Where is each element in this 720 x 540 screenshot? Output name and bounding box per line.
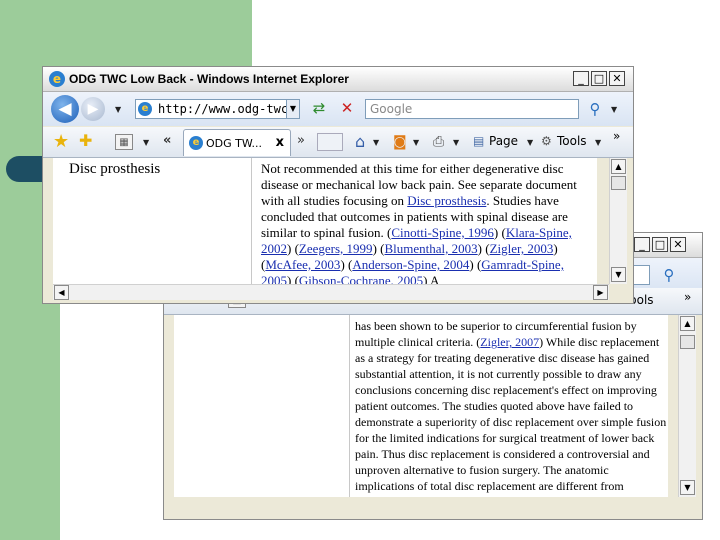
- citation-link[interactable]: Zigler, 2007: [480, 335, 539, 349]
- citation-link[interactable]: Zeegers, 1999: [299, 241, 373, 256]
- print-icon[interactable]: ⎙: [433, 134, 444, 150]
- home-icon[interactable]: ⌂: [355, 132, 365, 151]
- vertical-scrollbar-back[interactable]: ▲ ▼: [678, 315, 696, 497]
- tab-title: ODG TW...: [206, 137, 262, 150]
- minimize-button[interactable]: _: [573, 71, 589, 86]
- table-cell-description: Not recommended at this time for either …: [261, 161, 595, 284]
- chevron-more-icon[interactable]: »: [613, 129, 620, 143]
- gear-icon: ⚙: [541, 134, 552, 148]
- tools-menu[interactable]: Tools: [557, 134, 587, 148]
- table-cell-topic-back: [177, 315, 350, 497]
- page-menu-icon: ▤: [473, 134, 485, 148]
- page-icon: e: [138, 102, 152, 116]
- citation-link[interactable]: Zigler, 2003: [490, 241, 554, 256]
- maximize-button-back[interactable]: □: [652, 237, 668, 252]
- page-dropdown-icon[interactable]: ▼: [527, 138, 533, 147]
- close-button[interactable]: ✕: [609, 71, 625, 86]
- disc-prosthesis-link[interactable]: Disc prosthesis: [407, 193, 486, 208]
- minimize-button-back[interactable]: _: [634, 237, 650, 252]
- address-row: ◀ ▶ ▼ http://www.odg-twc.co e ▼ ⇄ ✕ Goog…: [43, 92, 633, 126]
- tools-dropdown-icon[interactable]: ▼: [595, 138, 601, 147]
- page-content-back: has been shown to be superior to circumf…: [174, 315, 668, 497]
- print-dropdown-icon[interactable]: ▼: [453, 138, 459, 147]
- tab-page-icon: e: [189, 136, 203, 150]
- search-options-dropdown-icon[interactable]: ▼: [611, 105, 617, 114]
- back-button[interactable]: ◀: [51, 95, 79, 123]
- description-text: ) While disc replacement as a strategy f…: [355, 335, 667, 493]
- description-text: ) (: [372, 241, 385, 256]
- scroll-up-arrow-icon-back[interactable]: ▲: [680, 316, 695, 331]
- description-text: ) (: [287, 273, 299, 284]
- window-title: ODG TWC Low Back - Windows Internet Expl…: [69, 72, 349, 86]
- description-text: ) (: [493, 225, 506, 240]
- scroll-thumb[interactable]: [611, 176, 626, 190]
- browser-window-front: e ODG TWC Low Back - Windows Internet Ex…: [42, 66, 634, 304]
- description-text: ) A: [423, 273, 440, 284]
- add-favorites-icon[interactable]: ✚: [79, 131, 92, 150]
- description-text: ) (: [340, 257, 353, 272]
- scroll-up-arrow-icon[interactable]: ▲: [611, 159, 626, 174]
- titlebar: e ODG TWC Low Back - Windows Internet Ex…: [43, 67, 633, 92]
- search-icon-back[interactable]: ⚲: [658, 264, 680, 286]
- feeds-dropdown-icon[interactable]: ▼: [413, 138, 419, 147]
- citation-link[interactable]: Cinotti-Spine, 1996: [391, 225, 494, 240]
- search-input[interactable]: Google: [365, 99, 579, 119]
- refresh-icon[interactable]: ⇄: [309, 98, 329, 118]
- close-button-back[interactable]: ✕: [670, 237, 686, 252]
- citation-link[interactable]: Anderson-Spine, 2004: [352, 257, 469, 272]
- tab-active[interactable]: e ODG TW... x: [183, 129, 291, 156]
- scroll-down-arrow-icon-back[interactable]: ▼: [680, 480, 695, 495]
- chevron-more-icon-back[interactable]: »: [684, 290, 691, 304]
- citation-link[interactable]: McAfee, 2003: [265, 257, 340, 272]
- favorites-star-icon[interactable]: ★: [53, 131, 69, 152]
- slide-background-top: [60, 0, 252, 68]
- maximize-button[interactable]: □: [591, 71, 607, 86]
- horizontal-scrollbar[interactable]: ◀ ▶: [53, 284, 609, 300]
- stop-icon[interactable]: ✕: [337, 98, 357, 118]
- forward-button[interactable]: ▶: [81, 97, 105, 121]
- page-menu[interactable]: Page: [489, 134, 518, 148]
- citation-link[interactable]: Blumenthal, 2003: [384, 241, 477, 256]
- topic-title: Disc prosthesis: [69, 161, 161, 177]
- scroll-tabs-right-icon[interactable]: »: [297, 133, 305, 148]
- citation-link[interactable]: Gibson-Cochrane, 2005: [299, 273, 423, 284]
- tab-close-icon[interactable]: x: [276, 135, 284, 150]
- tab-list-dropdown-icon[interactable]: ▼: [143, 138, 149, 147]
- description-text: ) (: [477, 241, 490, 256]
- page-content: Disc prosthesis Not recommended at this …: [53, 158, 597, 284]
- vertical-scrollbar[interactable]: ▲ ▼: [609, 158, 627, 284]
- table-cell-topic: Disc prosthesis: [55, 158, 252, 284]
- scroll-tabs-left-icon[interactable]: «: [163, 133, 171, 148]
- description-text: ) (: [287, 241, 299, 256]
- scroll-thumb-back[interactable]: [680, 335, 695, 349]
- quick-tabs-icon[interactable]: ▦: [115, 134, 133, 150]
- scroll-down-arrow-icon[interactable]: ▼: [611, 267, 626, 282]
- feeds-icon[interactable]: ◙: [393, 134, 407, 150]
- address-input[interactable]: http://www.odg-twc.co: [135, 99, 299, 119]
- search-icon[interactable]: ⚲: [584, 98, 606, 120]
- address-dropdown-icon[interactable]: ▼: [286, 99, 300, 119]
- new-tab-button[interactable]: [317, 133, 343, 151]
- ie-logo-icon: e: [49, 71, 65, 87]
- home-dropdown-icon[interactable]: ▼: [373, 138, 379, 147]
- scroll-right-arrow-icon[interactable]: ▶: [593, 285, 608, 300]
- description-text: ) (: [469, 257, 482, 272]
- scroll-left-arrow-icon[interactable]: ◀: [54, 285, 69, 300]
- tab-row: ★ ✚ ▦ ▼ « e ODG TW... x » ⌂ ▼ ◙ ▼ ⎙ ▼ ▤ …: [43, 127, 633, 158]
- history-dropdown-icon[interactable]: ▼: [115, 105, 121, 114]
- table-cell-description-back: has been shown to be superior to circumf…: [355, 318, 667, 494]
